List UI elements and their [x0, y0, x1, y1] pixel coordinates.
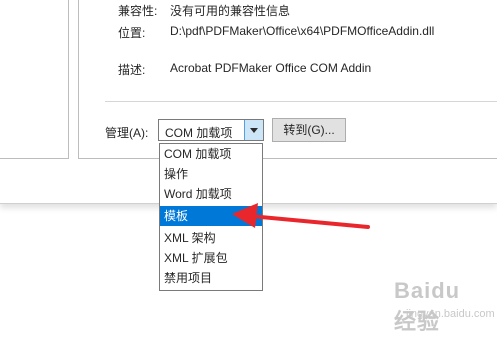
- watermark-url: jingyan.baidu.com: [406, 308, 495, 320]
- arrow-head: [232, 203, 258, 228]
- watermark-text: Baidu经验: [394, 278, 461, 334]
- arrow-shaft: [248, 214, 370, 229]
